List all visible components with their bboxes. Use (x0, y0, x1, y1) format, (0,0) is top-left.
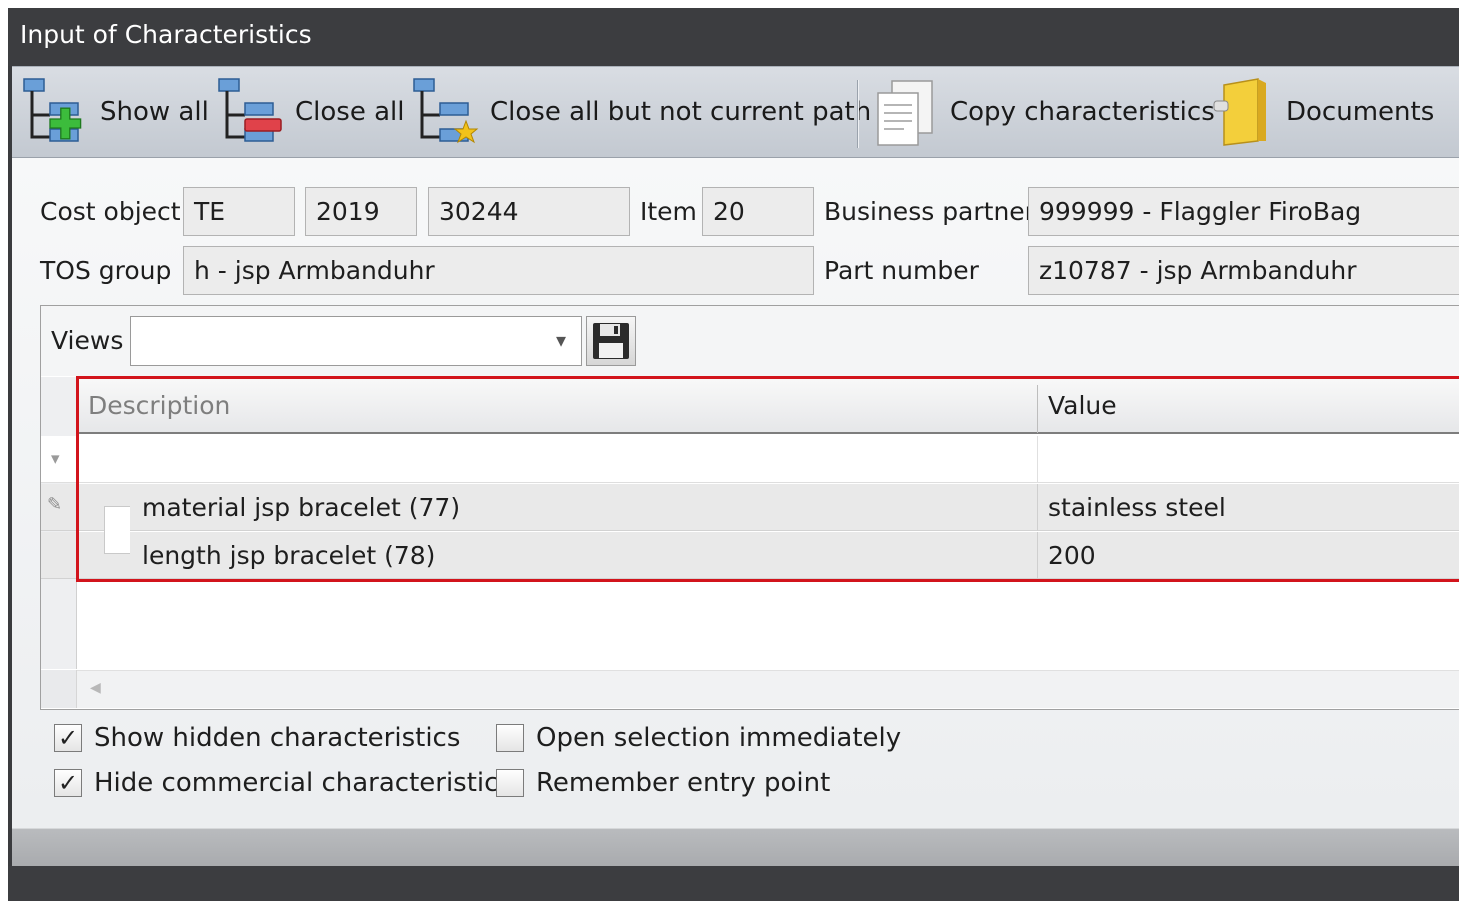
remember-entry-point-checkbox[interactable] (496, 769, 524, 797)
remember-entry-point-label: Remember entry point (536, 768, 831, 798)
tos-group-field[interactable]: h - jsp Armbanduhr (183, 246, 814, 295)
business-partner-field[interactable]: 999999 - Flaggler FiroBag (1028, 187, 1459, 236)
part-number-field[interactable]: z10787 - jsp Armbanduhr (1028, 246, 1459, 295)
tree-expand-icon (23, 78, 82, 142)
cost-object-year-field[interactable]: 2019 (305, 187, 417, 236)
filter-icon: ▾ (51, 449, 60, 469)
show-hidden-characteristics-checkbox[interactable]: ✓ (54, 724, 82, 752)
tree-collapse-icon (218, 78, 282, 142)
close-all-label: Close all (295, 97, 405, 127)
horizontal-scrollbar[interactable] (41, 670, 1459, 708)
views-dropdown[interactable] (130, 316, 582, 366)
business-partner-label: Business partner (824, 197, 1035, 226)
show-all-label: Show all (100, 97, 209, 127)
hide-commercial-characteristics-label: Hide commercial characteristics (94, 768, 512, 798)
item-label: Item (640, 197, 697, 226)
cost-object-number-field[interactable]: 30244 (428, 187, 630, 236)
copy-characteristics-button[interactable]: Copy characteristics (870, 72, 1215, 152)
chevron-down-icon[interactable]: ▾ (556, 328, 566, 352)
toolbar-separator (857, 80, 859, 148)
window-bottom-frame (8, 866, 1459, 901)
scrollbar-corner (41, 670, 77, 708)
documents-label: Documents (1286, 97, 1435, 127)
hide-commercial-characteristics-checkbox[interactable]: ✓ (54, 769, 82, 797)
documents-button[interactable]: Documents (1206, 72, 1434, 152)
close-all-button[interactable]: Close all (215, 72, 404, 152)
floppy-disk-icon (593, 323, 629, 359)
window-title: Input of Characteristics (20, 20, 312, 49)
item-field[interactable]: 20 (702, 187, 814, 236)
binder-icon (1213, 78, 1266, 146)
close-all-but-current-label: Close all but not current path (490, 97, 872, 127)
save-view-button[interactable] (586, 316, 636, 366)
tos-group-label: TOS group (40, 256, 172, 285)
status-bar (12, 828, 1459, 866)
scroll-left-arrow-icon[interactable]: ◀ (90, 680, 101, 696)
edit-pencil-icon: ✎ (47, 494, 63, 515)
copy-characteristics-label: Copy characteristics (950, 97, 1215, 127)
highlight-outline (76, 376, 1459, 582)
part-number-label: Part number (824, 256, 979, 285)
cost-object-type-field[interactable]: TE (183, 187, 295, 236)
show-hidden-characteristics-label: Show hidden characteristics (94, 723, 461, 753)
close-all-but-current-button[interactable]: Close all but not current path (410, 72, 871, 152)
open-selection-immediately-label: Open selection immediately (536, 723, 902, 753)
show-all-button[interactable]: Show all (20, 72, 209, 152)
open-selection-immediately-checkbox[interactable] (496, 724, 524, 752)
tree-current-path-icon (413, 78, 479, 144)
views-label: Views (51, 326, 124, 355)
copy-documents-icon (877, 80, 933, 146)
cost-object-label: Cost object (40, 197, 181, 226)
